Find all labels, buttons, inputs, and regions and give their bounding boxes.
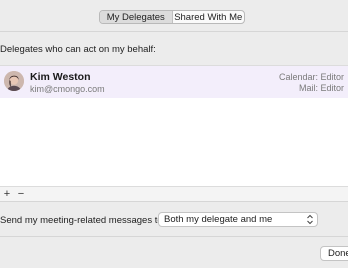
delegate-row[interactable]: Kim Weston kim@cmongo.com Calendar: Edit… <box>0 66 348 98</box>
remove-delegate-button[interactable]: − <box>14 187 28 201</box>
meeting-messages-label: Send my meeting-related messages to: <box>0 215 166 226</box>
header-divider <box>0 31 348 32</box>
view-segmented-control: My Delegates Shared With Me <box>99 10 245 24</box>
list-controls: + − <box>0 187 348 201</box>
done-button[interactable]: Done <box>320 246 348 261</box>
tab-my-delegates[interactable]: My Delegates <box>100 11 173 23</box>
delegate-mail-permission: Mail: Editor <box>298 83 344 93</box>
person-photo-icon <box>4 71 24 91</box>
delegates-heading: Delegates who can act on my behalf: <box>0 44 156 55</box>
add-delegate-button[interactable]: + <box>0 187 14 201</box>
meeting-messages-selected-value: Both my delegate and me <box>164 214 273 225</box>
delegates-list[interactable]: Kim Weston kim@cmongo.com Calendar: Edit… <box>0 65 348 187</box>
delegate-name: Kim Weston <box>30 71 91 83</box>
delegate-email: kim@cmongo.com <box>30 84 105 94</box>
delegates-window: My Delegates Shared With Me Delegates wh… <box>0 0 348 268</box>
delegate-calendar-permission: Calendar: Editor <box>278 72 344 82</box>
list-controls-divider <box>0 201 348 202</box>
footer-divider <box>0 236 348 237</box>
tab-shared-with-me[interactable]: Shared With Me <box>173 11 245 23</box>
meeting-messages-select[interactable]: Both my delegate and me <box>158 212 318 227</box>
chevron-up-down-icon <box>307 214 313 225</box>
avatar <box>4 71 24 91</box>
